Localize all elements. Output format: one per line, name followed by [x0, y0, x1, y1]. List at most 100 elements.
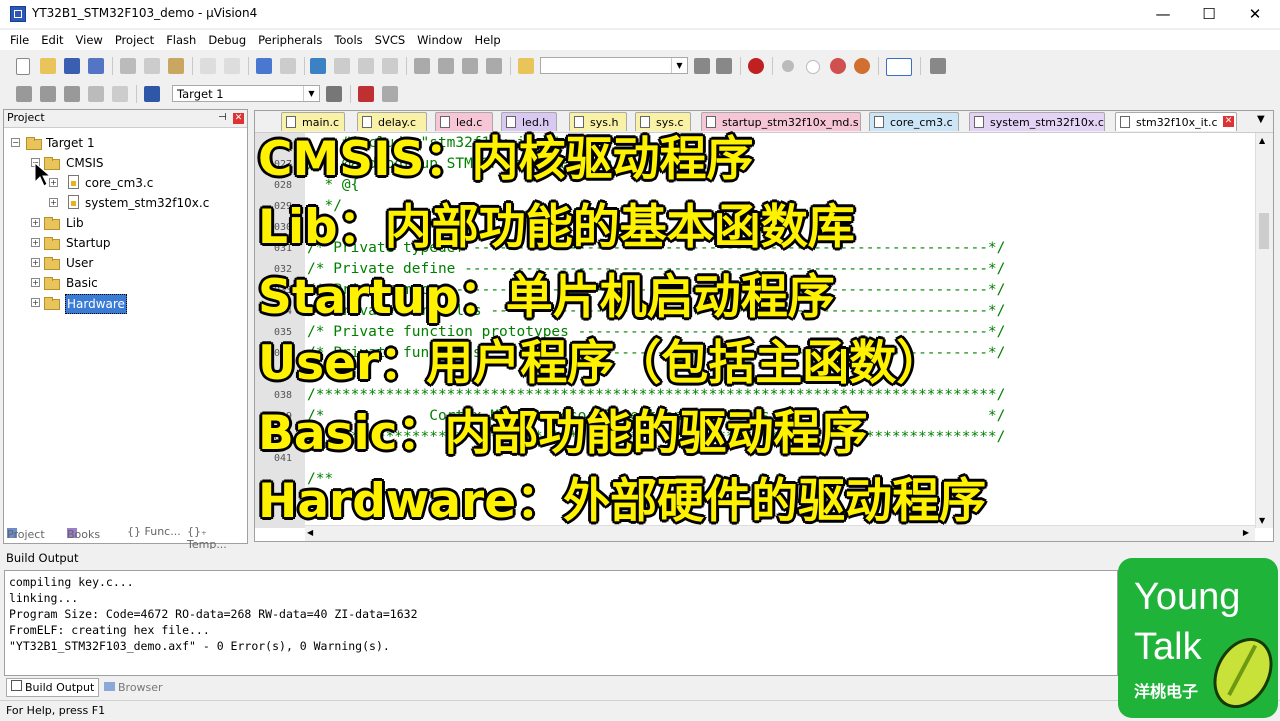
close-button[interactable]: ✕ — [1232, 0, 1278, 28]
tab-system-stm32f10x-c[interactable]: system_stm32f10x.c — [969, 112, 1105, 131]
kill-breakpoints-icon[interactable] — [854, 58, 870, 74]
find-icon[interactable] — [694, 58, 710, 74]
tab-close-icon[interactable]: ✕ — [1223, 116, 1234, 127]
tree-group-lib[interactable]: Lib — [66, 214, 84, 232]
collapse-icon[interactable]: − — [11, 138, 20, 147]
paste-icon[interactable] — [168, 58, 184, 74]
redo-icon[interactable] — [224, 58, 240, 74]
minimize-button[interactable]: — — [1140, 0, 1186, 28]
find-combo[interactable]: ▼ — [540, 57, 688, 74]
batch-build-icon[interactable] — [88, 86, 104, 102]
save-all-icon[interactable] — [88, 58, 104, 74]
tab-browser-label: Browser — [118, 681, 163, 694]
expand-icon[interactable]: + — [31, 238, 40, 247]
menu-peripherals[interactable]: Peripherals — [252, 30, 328, 50]
tab-sys-h[interactable]: sys.h — [569, 112, 627, 131]
manage-components-icon[interactable] — [358, 86, 374, 102]
comment-icon[interactable] — [462, 58, 478, 74]
bookmark-icon[interactable] — [310, 58, 326, 74]
tab-build-output[interactable]: Build Output — [6, 678, 100, 697]
new-file-icon[interactable] — [16, 58, 30, 75]
target-select[interactable]: Target 1 ▼ — [172, 85, 320, 102]
menu-window[interactable]: Window — [411, 30, 468, 50]
menu-svcs[interactable]: SVCS — [369, 30, 412, 50]
insert-breakpoint-icon[interactable] — [782, 60, 794, 72]
rebuild-icon[interactable] — [64, 86, 80, 102]
expand-icon[interactable]: + — [31, 298, 40, 307]
nav-back-icon[interactable] — [256, 58, 272, 74]
tree-group-user[interactable]: User — [66, 254, 93, 272]
menu-tools[interactable]: Tools — [328, 30, 368, 50]
caption-basic: Basic：内部功能的驱动程序 — [258, 406, 868, 461]
menu-edit[interactable]: Edit — [35, 30, 69, 50]
expand-icon[interactable]: + — [31, 258, 40, 267]
prev-bookmark-icon[interactable] — [334, 58, 350, 74]
panel-close-icon[interactable]: ✕ — [233, 113, 244, 124]
scroll-right-icon[interactable]: ▶ — [1243, 528, 1249, 537]
tab-led-c[interactable]: led.c — [435, 112, 493, 131]
nav-forward-icon[interactable] — [280, 58, 296, 74]
target-options-icon[interactable] — [326, 86, 342, 102]
window-layout-icon[interactable] — [886, 58, 912, 76]
expand-icon[interactable]: + — [49, 198, 58, 207]
incremental-find-icon[interactable] — [716, 58, 732, 74]
scroll-down-icon[interactable]: ▼ — [1259, 516, 1265, 525]
maximize-button[interactable]: ☐ — [1186, 0, 1232, 28]
clear-bookmarks-icon[interactable] — [382, 58, 398, 74]
cut-icon[interactable] — [120, 58, 136, 74]
status-bar: For Help, press F1 — [0, 700, 1280, 721]
enable-breakpoint-icon[interactable] — [806, 60, 820, 74]
tab-templates[interactable]: {}₊ Temp... — [187, 525, 248, 551]
tree-file-system-stm32f10x[interactable]: system_stm32f10x.c — [85, 194, 209, 212]
tree-target-1[interactable]: Target 1 — [46, 134, 95, 152]
uncomment-icon[interactable] — [486, 58, 502, 74]
menu-project[interactable]: Project — [109, 30, 160, 50]
scroll-thumb[interactable] — [1259, 213, 1269, 249]
copy-icon[interactable] — [144, 58, 160, 74]
expand-icon[interactable]: + — [31, 218, 40, 227]
tree-file-core-cm3[interactable]: core_cm3.c — [85, 174, 153, 192]
tab-delay-c[interactable]: delay.c — [357, 112, 427, 131]
build-icon[interactable] — [40, 86, 56, 102]
tab-startup-s[interactable]: startup_stm32f10x_md.s — [701, 112, 861, 131]
next-bookmark-icon[interactable] — [358, 58, 374, 74]
configure-icon[interactable] — [930, 58, 946, 74]
tab-main-c[interactable]: main.c — [281, 112, 345, 131]
disable-breakpoints-icon[interactable] — [830, 58, 846, 74]
tab-list-chevron-icon[interactable]: ▼ — [1257, 114, 1265, 125]
menu-debug[interactable]: Debug — [202, 30, 252, 50]
scroll-left-icon[interactable]: ◀ — [307, 528, 313, 537]
folder-icon — [44, 237, 60, 250]
tree-group-cmsis[interactable]: CMSIS — [66, 154, 104, 172]
tree-group-hardware[interactable]: Hardware — [65, 294, 127, 314]
open-folder-icon[interactable] — [40, 58, 56, 74]
menu-file[interactable]: File — [0, 30, 35, 50]
tab-sys-c[interactable]: sys.c — [635, 112, 691, 131]
tab-functions[interactable]: {} Func... — [127, 525, 181, 538]
stop-build-icon[interactable] — [112, 86, 128, 102]
tree-group-basic[interactable]: Basic — [66, 274, 98, 292]
select-packs-icon[interactable] — [382, 86, 398, 102]
menu-view[interactable]: View — [70, 30, 109, 50]
tab-stm32f10x-it-c[interactable]: stm32f10x_it.c — [1115, 112, 1237, 131]
unindent-icon[interactable] — [438, 58, 454, 74]
save-icon[interactable] — [64, 58, 80, 74]
translate-icon[interactable] — [16, 86, 32, 102]
menu-flash[interactable]: Flash — [160, 30, 202, 50]
tab-browser[interactable]: Browser — [104, 679, 163, 696]
h-file-icon — [506, 116, 516, 128]
tree-group-startup[interactable]: Startup — [66, 234, 111, 252]
undo-icon[interactable] — [200, 58, 216, 74]
tab-led-h[interactable]: led.h — [501, 112, 557, 131]
vertical-scrollbar[interactable]: ▲ ▼ — [1255, 133, 1273, 528]
pin-icon[interactable]: ⊣ — [218, 112, 227, 123]
menu-help[interactable]: Help — [469, 30, 507, 50]
menu-bar: File Edit View Project Flash Debug Peripherals… — [0, 30, 1280, 50]
scroll-up-icon[interactable]: ▲ — [1259, 136, 1265, 145]
indent-icon[interactable] — [414, 58, 430, 74]
find-in-files-icon[interactable] — [518, 58, 534, 74]
download-icon[interactable] — [144, 86, 160, 102]
expand-icon[interactable]: + — [31, 278, 40, 287]
debug-session-icon[interactable] — [748, 58, 764, 74]
tab-core-cm3-c[interactable]: core_cm3.c — [869, 112, 959, 131]
